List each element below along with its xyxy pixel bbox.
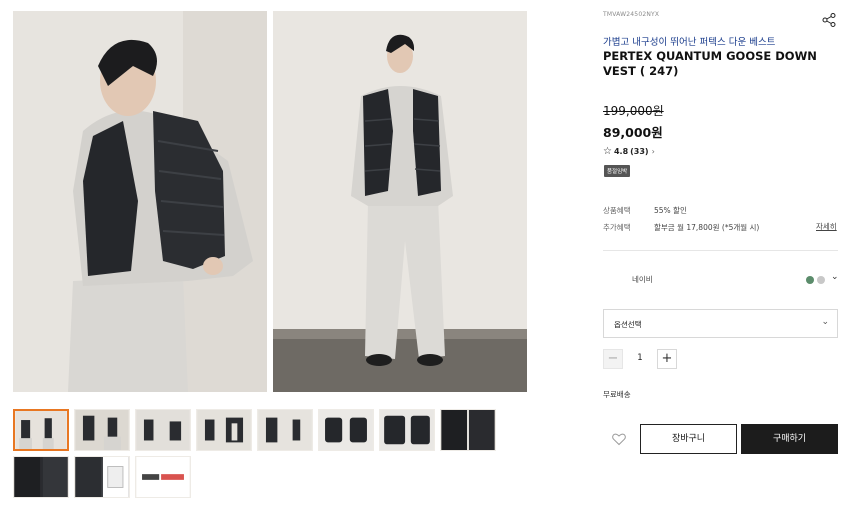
thumbnail-8[interactable] [440,409,496,451]
chevron-down-icon: ⌄ [831,272,839,282]
color-label: 네이비 [632,275,653,284]
product-image-main-right[interactable] [273,11,527,392]
thumbnail-4[interactable] [196,409,252,451]
status-badge: 품절임박 [604,165,631,177]
color-swatch-green[interactable] [806,276,814,284]
thumbnail-10[interactable] [74,456,130,498]
product-sku: TMVAW24502NYX [603,11,660,18]
option-select-label: 옵션선택 [614,320,642,329]
chevron-down-icon: ⌄ [821,317,829,327]
divider [603,250,838,251]
thumbnail-2[interactable] [74,409,130,451]
thumbnail-7[interactable] [379,409,435,451]
shipping-info: 무료배송 [603,390,631,399]
product-title: PERTEX QUANTUM GOOSE DOWN VEST ( 247) [603,49,817,78]
color-selector[interactable]: 네이비 ⌄ [603,268,839,290]
detail-link[interactable]: 자세히 [816,221,837,232]
add-to-cart-button[interactable]: 장바구니 [640,424,737,454]
buy-now-button[interactable]: 구매하기 [741,424,838,454]
star-icon: ☆ [603,146,612,157]
quantity-value: 1 [637,353,643,363]
thumbnail-1[interactable] [13,409,69,451]
product-image-main-left[interactable] [13,11,267,392]
rating-value: 4.8 [613,147,629,156]
benefit-label-extra: 추가혜택 [603,223,631,232]
chevron-right-icon: › [651,147,655,156]
quantity-increase-button[interactable]: + [657,349,677,369]
heart-icon[interactable] [611,431,627,447]
option-select[interactable]: 옵션선택 ⌄ [603,309,838,338]
thumbnail-3[interactable] [135,409,191,451]
rating-link[interactable]: ☆ 4.8 (33) › [603,146,655,157]
thumbnail-9[interactable] [13,456,69,498]
benefit-value-product: 55% 할인 [654,206,687,215]
quantity-stepper: − 1 + [603,349,677,369]
color-swatch-gray[interactable] [817,276,825,284]
product-subtitle: 가볍고 내구성이 뛰어난 퍼텍스 다운 베스트 [603,37,776,48]
benefit-label-product: 상품혜택 [603,206,631,215]
original-price: 199,000원 [603,104,664,118]
review-count: (33) [630,147,649,156]
quantity-decrease-button[interactable]: − [603,349,623,369]
thumbnail-6[interactable] [318,409,374,451]
thumbnail-11[interactable] [135,456,191,498]
share-icon[interactable] [821,12,837,28]
sale-price: 89,000원 [603,125,663,140]
benefit-value-extra: 할부금 월 17,800원 (*5개월 시) [654,223,760,232]
thumbnail-5[interactable] [257,409,313,451]
